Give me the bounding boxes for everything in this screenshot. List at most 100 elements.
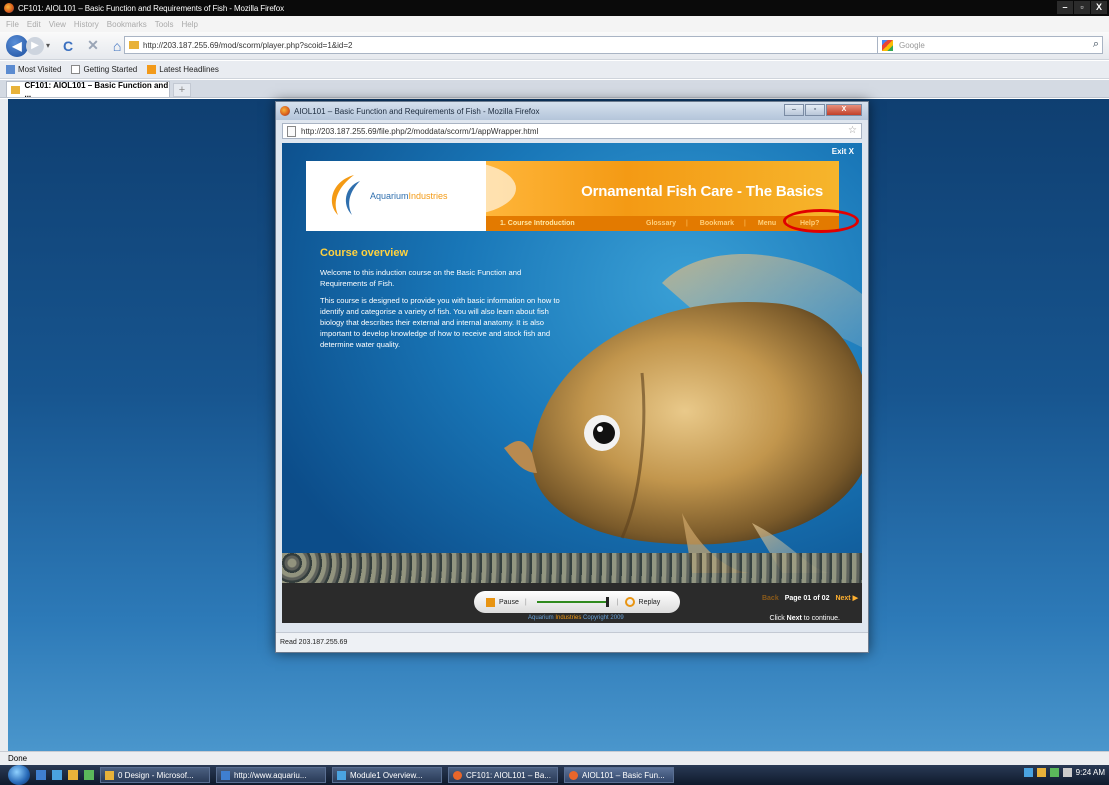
taskbar-label: AIOL101 – Basic Fun... <box>582 770 665 780</box>
glossary-link[interactable]: Glossary <box>646 220 676 227</box>
search-placeholder: Google <box>899 40 925 50</box>
home-icon[interactable]: ⌂ <box>113 38 121 54</box>
minimize-button[interactable]: – <box>1057 1 1073 14</box>
bookmark-label: Most Visited <box>18 65 62 74</box>
fish-logo-icon <box>331 175 360 215</box>
search-icon[interactable]: ⌕ <box>1093 38 1099 51</box>
overview-paragraph: Welcome to this induction course on the … <box>320 268 522 288</box>
popup-maximize-button[interactable]: ▫ <box>805 104 825 116</box>
menu-history[interactable]: History <box>74 20 99 29</box>
bookmark-latest-headlines[interactable]: Latest Headlines <box>147 65 219 74</box>
taskbar-item-module[interactable]: Module1 Overview... <box>332 767 442 783</box>
taskbar-item-firefox-popup[interactable]: AIOL101 – Basic Fun... <box>564 767 674 783</box>
brand-word-aquarium: Aquarium <box>370 191 409 201</box>
exit-button[interactable]: Exit X <box>832 147 854 156</box>
stop-icon[interactable]: ✕ <box>87 37 99 54</box>
popup-address-text: http://203.187.255.69/file.php/2/moddata… <box>301 126 539 136</box>
menu-link[interactable]: Menu <box>758 220 776 227</box>
popup-minimize-button[interactable]: – <box>784 104 804 116</box>
popup-close-button[interactable]: X <box>826 104 862 116</box>
title-banner: Ornamental Fish Care - The Basics <box>456 161 839 216</box>
firefox-icon <box>453 770 462 780</box>
next-button[interactable]: Next ▶ <box>835 594 858 602</box>
history-dropdown-icon[interactable]: ▾ <box>46 41 50 50</box>
tab-course[interactable]: CF101: AIOL101 – Basic Function and ... <box>6 81 170 99</box>
ie-icon[interactable] <box>36 770 46 780</box>
address-bar[interactable]: http://203.187.255.69/mod/scorm/player.p… <box>124 36 964 54</box>
popup-window: AIOL101 – Basic Function and Requirement… <box>275 101 869 653</box>
taskbar-label: http://www.aquariu... <box>234 770 307 780</box>
overview-paragraph: This course is designed to provide you w… <box>320 296 560 349</box>
forward-arrow-icon[interactable]: ▶ <box>26 36 44 55</box>
maximize-button[interactable]: ▫ <box>1074 1 1090 14</box>
window-title: CF101: AIOL101 – Basic Function and Requ… <box>18 3 285 13</box>
site-favicon <box>129 41 139 49</box>
back-button[interactable]: Back <box>762 595 779 602</box>
media-icon[interactable] <box>84 770 94 780</box>
copyright-brand-industries: Industries <box>555 615 582 621</box>
help-highlight-circle <box>783 209 859 233</box>
taskbar-item-firefox-main[interactable]: CF101: AIOL101 – Ba... <box>448 767 558 783</box>
scrollbar[interactable] <box>0 99 8 751</box>
audio-progress-slider[interactable] <box>536 597 609 607</box>
taskbar-label: Module1 Overview... <box>350 770 423 780</box>
volume-icon[interactable] <box>1062 768 1072 777</box>
menu-bar: File Edit View History Bookmarks Tools H… <box>0 16 1109 32</box>
copyright-text: Aquarium Industries Copyright 2009 <box>528 615 624 621</box>
menu-edit[interactable]: Edit <box>27 20 41 29</box>
close-button[interactable]: X <box>1091 1 1107 14</box>
popup-titlebar: AIOL101 – Basic Function and Requirement… <box>276 102 868 120</box>
reload-icon[interactable]: C <box>63 38 73 54</box>
menu-help[interactable]: Help <box>181 20 197 29</box>
status-text: Done <box>8 754 28 763</box>
bookmark-most-visited[interactable]: Most Visited <box>6 65 61 74</box>
brand-logo-text: AquariumIndustries <box>370 191 448 201</box>
system-tray: 9:24 AM <box>1023 768 1105 777</box>
pause-button[interactable]: Pause <box>499 599 519 606</box>
popup-address-bar[interactable]: http://203.187.255.69/file.php/2/moddata… <box>282 123 862 139</box>
taskbar-item-browser[interactable]: http://www.aquariu... <box>216 767 326 783</box>
nav-divider: | <box>744 220 746 227</box>
divider: | <box>524 598 527 606</box>
media-controls: Pause | | Replay <box>474 591 680 613</box>
pause-icon[interactable] <box>486 597 495 607</box>
menu-file[interactable]: File <box>6 20 19 29</box>
menu-bookmarks[interactable]: Bookmarks <box>107 20 147 29</box>
start-button[interactable] <box>8 765 30 785</box>
replay-icon[interactable] <box>624 597 635 607</box>
page-icon <box>71 65 81 74</box>
bookmark-link[interactable]: Bookmark <box>700 220 734 227</box>
back-arrow-icon[interactable]: ◀ <box>6 34 28 57</box>
taskbar-item-word[interactable]: 0 Design - Microsof... <box>100 767 210 783</box>
menu-view[interactable]: View <box>49 20 66 29</box>
status-bar: Done <box>0 751 1109 765</box>
replay-button[interactable]: Replay <box>639 599 661 606</box>
security-icon[interactable] <box>1036 768 1046 777</box>
firefox-icon <box>4 3 14 13</box>
google-icon[interactable] <box>882 39 893 51</box>
hint-next: Next <box>786 615 802 622</box>
course-title: Ornamental Fish Care - The Basics <box>581 183 823 200</box>
network-icon[interactable] <box>1023 768 1033 777</box>
navigation-toolbar: ◀ ▶ ▾ C ✕ ⌂ http://203.187.255.69/mod/sc… <box>0 32 1109 60</box>
menu-tools[interactable]: Tools <box>155 20 174 29</box>
page-indicator: Page 01 of 02 <box>784 594 830 602</box>
bookmark-getting-started[interactable]: Getting Started <box>71 65 137 74</box>
bookmark-label: Getting Started <box>83 65 138 74</box>
course-player: Exit X AquariumIndustries Ornamental Fis… <box>282 143 862 623</box>
hint-suffix: to continue. <box>803 615 840 622</box>
update-icon[interactable] <box>1049 768 1059 777</box>
clock[interactable]: 9:24 AM <box>1076 768 1105 777</box>
browser-titlebar: CF101: AIOL101 – Basic Function and Requ… <box>0 0 1109 16</box>
bookmark-label: Latest Headlines <box>159 65 219 74</box>
tab-bar: CF101: AIOL101 – Basic Function and ... … <box>0 80 1109 99</box>
search-input[interactable]: Google ⌕ <box>877 36 1103 54</box>
new-tab-button[interactable]: + <box>173 83 191 97</box>
course-header: AquariumIndustries Ornamental Fish Care … <box>306 161 839 231</box>
desktop-icon[interactable] <box>52 770 62 780</box>
taskbar-label: 0 Design - Microsof... <box>118 770 194 780</box>
bookmarks-toolbar: Most Visited Getting Started Latest Head… <box>0 61 1109 79</box>
folder-icon[interactable] <box>68 770 78 780</box>
bookmark-star-icon[interactable]: ☆ <box>848 125 857 136</box>
popup-title: AIOL101 – Basic Function and Requirement… <box>294 106 540 116</box>
